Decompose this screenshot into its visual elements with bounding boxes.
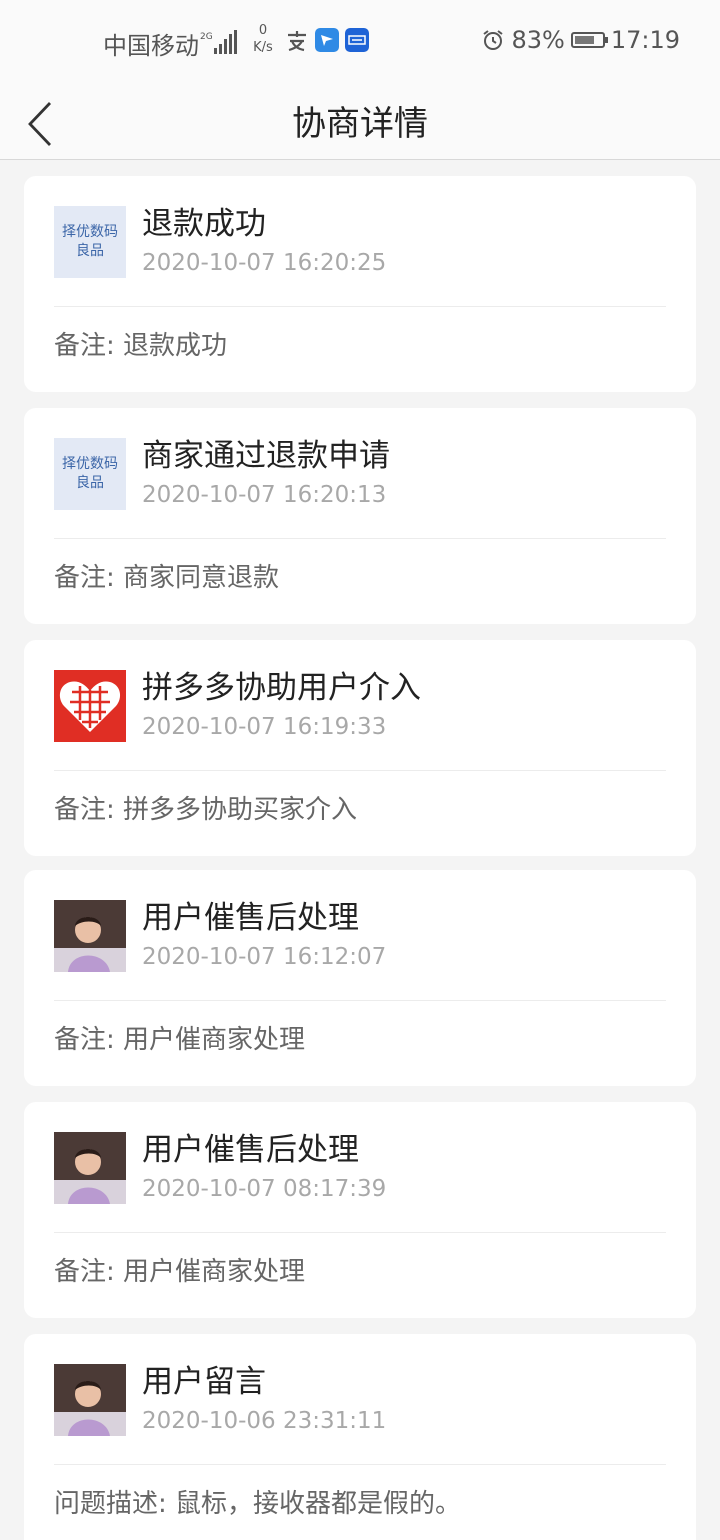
- record-time: 2020-10-07 16:20:13: [142, 482, 387, 508]
- record-note: 问题描述: 鼠标，接收器都是假的。: [54, 1489, 462, 1519]
- carrier-name: 中国移动: [103, 32, 199, 60]
- record-title: 商家通过退款申请: [142, 438, 390, 474]
- divider: [54, 306, 666, 307]
- status-bar: 中国移动 2G 0 K/s 83% 17:19: [0, 0, 720, 80]
- baby-photo: [54, 900, 126, 972]
- record-time: 2020-10-07 16:19:33: [142, 714, 387, 740]
- record-title: 用户留言: [142, 1364, 266, 1400]
- divider: [54, 1464, 666, 1465]
- store-logo[interactable]: 择优数码良品: [54, 206, 126, 278]
- news-app-icon: [345, 28, 369, 52]
- record-time: 2020-10-06 23:31:11: [142, 1408, 387, 1434]
- speed-unit: K/s: [253, 40, 273, 55]
- user-avatar[interactable]: [54, 1364, 126, 1436]
- baby-photo: [54, 1132, 126, 1204]
- battery-icon: [570, 32, 608, 48]
- heart-logo-icon: [59, 681, 121, 732]
- alipay-icon: [288, 31, 306, 52]
- notification-icons: [285, 28, 369, 52]
- record-time: 2020-10-07 16:20:25: [142, 250, 387, 276]
- record-card: 用户留言 2020-10-06 23:31:11 问题描述: 鼠标，接收器都是假…: [24, 1334, 696, 1540]
- record-title: 用户催售后处理: [142, 1132, 359, 1168]
- page-title: 协商详情: [292, 104, 428, 144]
- battery-percent: 83%: [511, 26, 565, 54]
- record-card: 择优数码良品 商家通过退款申请 2020-10-07 16:20:13 备注: …: [24, 408, 696, 624]
- status-right: 83% 17:19: [481, 26, 680, 54]
- record-note: 备注: 用户催商家处理: [54, 1257, 306, 1287]
- record-card: 用户催售后处理 2020-10-07 16:12:07 备注: 用户催商家处理: [24, 870, 696, 1086]
- store-logo[interactable]: 择优数码良品: [54, 438, 126, 510]
- clock: 17:19: [610, 26, 680, 54]
- bird-app-icon: [315, 28, 339, 52]
- network-type: 2G: [200, 32, 213, 42]
- signal-icon: 2G: [200, 30, 237, 54]
- record-title: 拼多多协助用户介入: [142, 670, 421, 706]
- record-note: 备注: 用户催商家处理: [54, 1025, 306, 1055]
- record-card: 用户催售后处理 2020-10-07 08:17:39 备注: 用户催商家处理: [24, 1102, 696, 1318]
- divider: [54, 770, 666, 771]
- record-title: 用户催售后处理: [142, 900, 359, 936]
- network-speed: 0 K/s: [249, 22, 277, 56]
- record-title: 退款成功: [142, 206, 266, 242]
- record-time: 2020-10-07 08:17:39: [142, 1176, 387, 1202]
- alarm-icon: [483, 30, 504, 50]
- record-note: 备注: 退款成功: [54, 331, 228, 361]
- record-note: 备注: 拼多多协助买家介入: [54, 795, 358, 825]
- nav-header: 协商详情: [0, 80, 720, 160]
- record-card: 拼多多协助用户介入 2020-10-07 16:19:33 备注: 拼多多协助买…: [24, 640, 696, 856]
- record-card: 择优数码良品 退款成功 2020-10-07 16:20:25 备注: 退款成功: [24, 176, 696, 392]
- pinduoduo-logo[interactable]: [54, 670, 126, 742]
- divider: [54, 538, 666, 539]
- baby-photo: [54, 1364, 126, 1436]
- user-avatar[interactable]: [54, 1132, 126, 1204]
- speed-value: 0: [258, 23, 268, 38]
- record-time: 2020-10-07 16:12:07: [142, 944, 387, 970]
- user-avatar[interactable]: [54, 900, 126, 972]
- divider: [54, 1000, 666, 1001]
- record-note: 备注: 商家同意退款: [54, 563, 280, 593]
- divider: [54, 1232, 666, 1233]
